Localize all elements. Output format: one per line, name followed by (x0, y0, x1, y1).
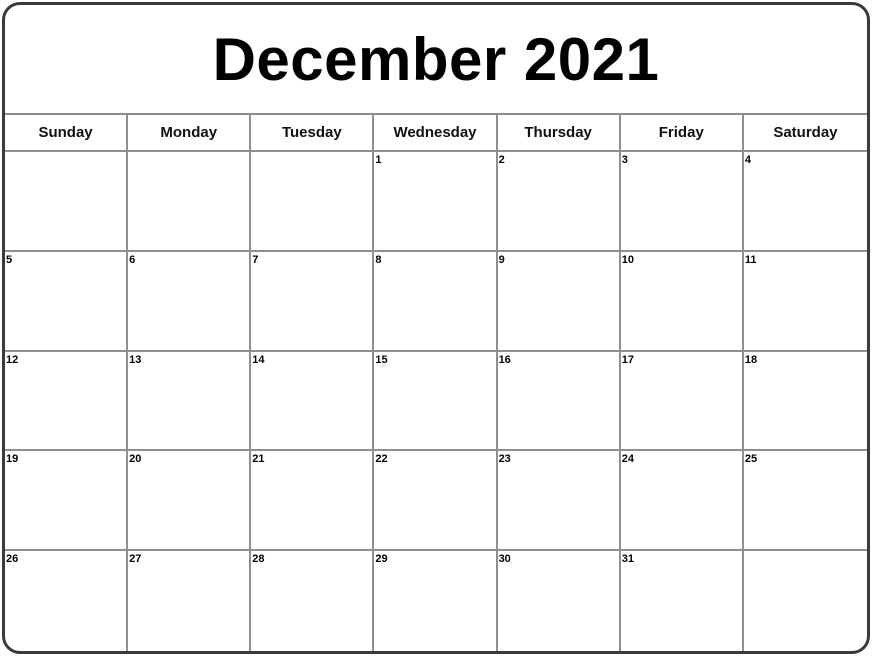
day-number: 3 (621, 154, 628, 166)
day-number: 26 (6, 553, 19, 566)
day-number: 22 (375, 453, 388, 466)
day-number: 2 (498, 154, 505, 166)
day-cell[interactable]: 16 (497, 351, 621, 452)
day-number: 31 (621, 553, 634, 566)
day-number: 5 (6, 253, 13, 266)
day-cell[interactable] (251, 152, 375, 252)
day-number: 13 (129, 353, 142, 366)
day-cell[interactable]: 14 (251, 351, 375, 452)
day-number: 6 (129, 253, 136, 266)
day-cell[interactable]: 7 (251, 251, 375, 352)
day-number: 24 (621, 453, 634, 466)
day-number: 15 (375, 353, 388, 366)
weekday-header-thursday: Thursday (497, 115, 621, 152)
day-cell[interactable]: 15 (374, 351, 498, 452)
day-number: 11 (744, 253, 757, 266)
day-number: 20 (129, 453, 142, 466)
day-cell[interactable]: 30 (498, 551, 621, 651)
day-cell[interactable]: 18 (743, 352, 867, 452)
day-number: 27 (129, 553, 142, 566)
day-number: 8 (375, 253, 382, 266)
day-cell[interactable]: 23 (497, 451, 621, 552)
day-number: 17 (621, 353, 634, 366)
day-number: 7 (252, 253, 259, 266)
day-cell[interactable] (5, 152, 129, 252)
day-number: 23 (498, 453, 511, 466)
day-cell[interactable]: 28 (251, 551, 375, 651)
day-number: 18 (744, 353, 758, 366)
day-cell[interactable]: 9 (497, 251, 621, 352)
day-cell[interactable]: 3 (620, 152, 744, 252)
calendar-grid: Sunday Monday Tuesday Wednesday Thursday… (5, 113, 867, 651)
day-cell[interactable]: 21 (251, 451, 375, 552)
day-number: 9 (498, 253, 505, 266)
day-cell[interactable]: 25 (743, 451, 867, 552)
day-cell[interactable]: 2 (497, 152, 621, 252)
day-cell[interactable]: 20 (128, 451, 252, 552)
weekday-header-tuesday: Tuesday (251, 115, 375, 152)
day-cell[interactable]: 1 (374, 152, 498, 252)
weekday-header-monday: Monday (128, 115, 252, 152)
day-number: 12 (6, 353, 19, 366)
day-cell[interactable]: 22 (374, 451, 498, 552)
day-number: 16 (498, 353, 511, 366)
weekday-header-wednesday: Wednesday (374, 115, 498, 152)
day-cell[interactable]: 26 (5, 551, 129, 651)
day-cell[interactable]: 29 (374, 551, 498, 651)
day-cell[interactable]: 4 (743, 152, 867, 252)
day-cell[interactable]: 19 (5, 451, 129, 552)
day-cell[interactable]: 12 (5, 351, 129, 452)
day-cell[interactable]: 17 (620, 351, 744, 452)
day-number: 10 (621, 253, 634, 266)
weekday-header-friday: Friday (620, 115, 744, 152)
calendar-frame: December 2021 Sunday Monday Tuesday Wedn… (2, 2, 870, 654)
day-cell[interactable]: 24 (620, 451, 744, 552)
calendar-title: December 2021 (212, 25, 660, 93)
weekday-header-saturday: Saturday (743, 115, 867, 152)
day-cell[interactable]: 11 (743, 252, 867, 352)
day-cell[interactable]: 31 (621, 551, 744, 651)
day-cell[interactable]: 6 (128, 251, 252, 352)
day-cell[interactable]: 8 (374, 251, 498, 352)
day-cell[interactable] (128, 152, 252, 252)
day-cell[interactable] (744, 551, 867, 651)
day-number: 30 (498, 553, 511, 566)
day-number: 28 (252, 553, 265, 566)
day-number: 29 (375, 553, 388, 566)
day-number: 25 (744, 453, 758, 466)
day-number: 1 (375, 154, 382, 166)
day-cell[interactable]: 10 (620, 251, 744, 352)
day-number: 21 (252, 453, 265, 466)
day-number: 4 (744, 154, 751, 166)
day-number: 14 (252, 353, 265, 366)
day-cell[interactable]: 13 (128, 351, 252, 452)
day-cell[interactable]: 5 (5, 251, 129, 352)
day-cell[interactable]: 27 (128, 551, 252, 651)
day-number: 19 (6, 453, 19, 466)
weekday-header-sunday: Sunday (5, 115, 129, 152)
